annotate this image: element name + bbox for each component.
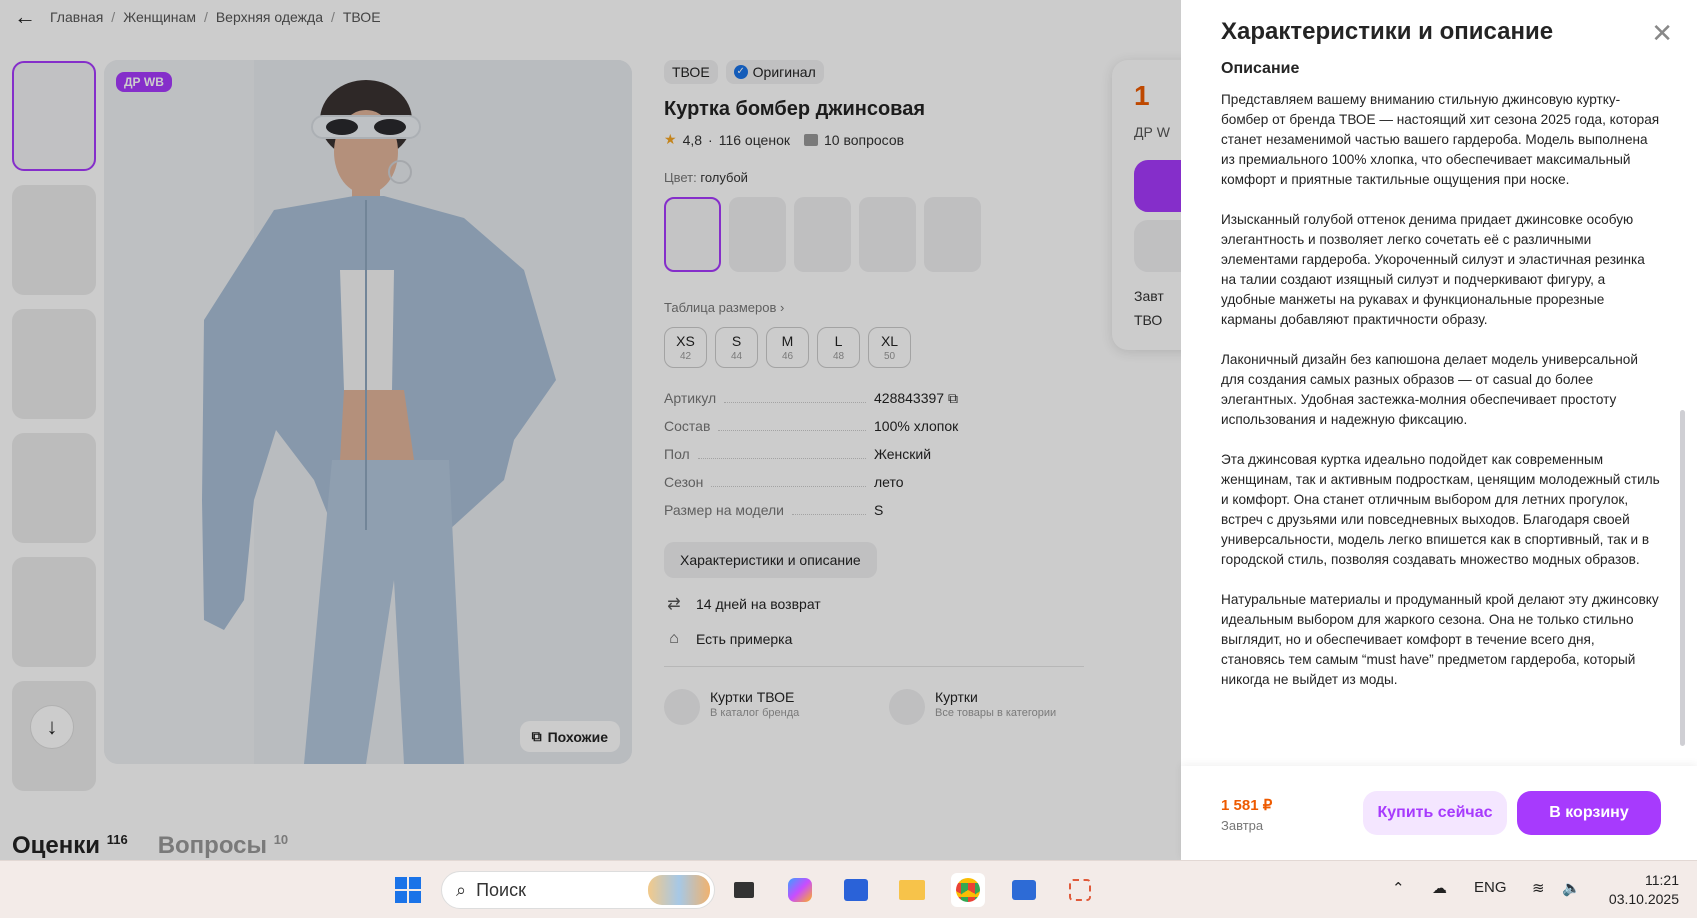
section-heading: Описание <box>1221 60 1300 77</box>
add-to-cart-button[interactable]: В корзину <box>1517 791 1661 835</box>
description-paragraph: Изысканный голубой оттенок денима придае… <box>1221 212 1645 327</box>
language-indicator[interactable]: ENG <box>1474 879 1507 896</box>
description-paragraph: Лаконичный дизайн без капюшона делает мо… <box>1221 352 1638 427</box>
buy-now-button[interactable]: Купить сейчас <box>1363 791 1507 835</box>
taskbar-search-placeholder: Поиск <box>476 879 526 900</box>
close-icon[interactable]: ✕ <box>1651 20 1673 46</box>
search-highlight-image <box>648 875 710 905</box>
file-explorer-icon[interactable] <box>895 873 929 907</box>
description-paragraph: Натуральные материалы и продуманный крой… <box>1221 592 1659 687</box>
volume-icon[interactable]: 🔈 <box>1562 879 1581 897</box>
chevron-up-icon[interactable]: ⌃ <box>1392 879 1405 897</box>
copilot-icon[interactable] <box>783 873 817 907</box>
terminal-icon[interactable] <box>1007 873 1041 907</box>
store-icon[interactable] <box>839 873 873 907</box>
chrome-icon[interactable] <box>951 873 985 907</box>
clock[interactable]: 11:21 03.10.2025 <box>1609 871 1679 909</box>
taskbar: ⌕ Поиск ⌃ ☁ ENG ≋ 🔈 11:21 03.10.2025 <box>0 860 1697 918</box>
characteristics-drawer: Характеристики и описание ✕ Описание Пре… <box>1181 0 1697 860</box>
task-view-icon[interactable] <box>727 873 761 907</box>
footer-price: 1 581 ₽ <box>1221 797 1273 814</box>
description-paragraph: Эта джинсовая куртка идеально подойдет к… <box>1221 452 1660 567</box>
drawer-title: Характеристики и описание <box>1221 18 1554 45</box>
snipping-tool-icon[interactable] <box>1063 873 1097 907</box>
clock-time: 11:21 <box>1645 872 1679 888</box>
search-icon: ⌕ <box>456 879 467 900</box>
footer-delivery: Завтра <box>1221 818 1264 833</box>
cloud-sync-icon[interactable]: ☁ <box>1432 879 1447 897</box>
windows-start-icon[interactable] <box>391 873 425 907</box>
drawer-footer: 1 581 ₽ Завтра Купить сейчас В корзину <box>1181 766 1697 860</box>
taskbar-search[interactable]: ⌕ Поиск <box>441 871 715 909</box>
drawer-scrollbar[interactable] <box>1680 410 1685 746</box>
clock-date: 03.10.2025 <box>1608 891 1679 907</box>
description-paragraph: Представляем вашему вниманию стильную дж… <box>1221 92 1660 187</box>
wifi-icon[interactable]: ≋ <box>1532 879 1545 897</box>
drawer-content[interactable]: Описание Представляем вашему вниманию ст… <box>1221 58 1661 766</box>
